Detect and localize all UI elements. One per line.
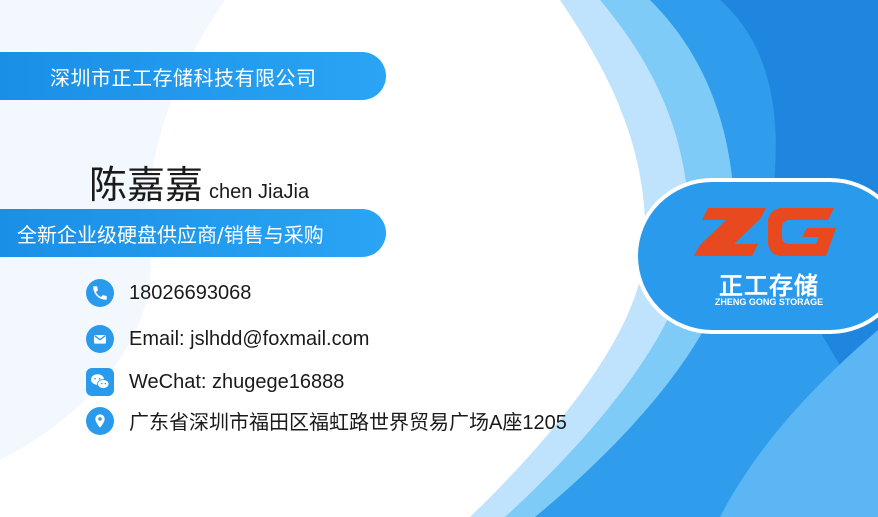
address-row: 广东省深圳市福田区福虹路世界贸易广场A座1205 [86, 406, 567, 435]
company-name-banner: 深圳市正工存储科技有限公司 [0, 52, 386, 100]
phone-icon [86, 279, 114, 307]
location-pin-icon [86, 406, 114, 435]
mail-icon [86, 325, 114, 353]
wechat-icon [86, 368, 114, 396]
email-address[interactable]: Email: jslhdd@foxmail.com [129, 328, 369, 351]
brand-name-chinese: 正工存储 [719, 272, 819, 300]
person-name-english: chen JiaJia [209, 181, 310, 203]
phone-row: 18026693068 [86, 279, 251, 307]
business-card: 深圳市正工存储科技有限公司 陈嘉嘉 chen JiaJia 全新企业级硬盘供应商/… [0, 0, 878, 517]
wechat-row: WeChat: zhugege16888 [86, 368, 344, 396]
zg-logo-mark [694, 208, 836, 256]
brand-name-english: ZHENG GONG STORAGE [714, 297, 824, 307]
company-logo: 正工存储 ZHENG GONG STORAGE [694, 200, 842, 320]
wechat-id[interactable]: WeChat: zhugege16888 [129, 371, 344, 394]
phone-number[interactable]: 18026693068 [129, 282, 251, 305]
tagline-banner: 全新企业级硬盘供应商/销售与采购 [0, 209, 386, 257]
email-row: Email: jslhdd@foxmail.com [86, 325, 369, 353]
person-name-chinese: 陈嘉嘉 [89, 163, 204, 207]
person-name: 陈嘉嘉 chen JiaJia [89, 154, 309, 209]
address: 广东省深圳市福田区福虹路世界贸易广场A座1205 [129, 412, 567, 434]
